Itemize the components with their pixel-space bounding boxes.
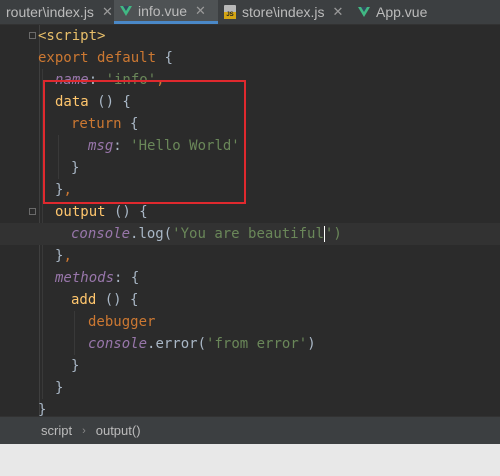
tab-label: info.vue xyxy=(138,2,188,19)
code-token: () { xyxy=(96,292,139,308)
code-line-4: data () { xyxy=(55,91,131,113)
tab-label: router\index.js xyxy=(6,4,94,20)
code-token: () { xyxy=(88,94,131,110)
code-token: : { xyxy=(114,270,140,286)
code-token: .log( xyxy=(130,226,173,242)
code-token: name xyxy=(55,72,89,88)
code-token: , xyxy=(63,182,72,198)
breadcrumb: script › output() xyxy=(0,416,500,444)
code-line-12: methods: { xyxy=(55,267,139,289)
code-token: <script> xyxy=(38,28,106,44)
vue-icon xyxy=(358,7,370,17)
breadcrumb-separator: › xyxy=(82,424,86,437)
code-token: ) xyxy=(307,336,316,352)
fold-marker[interactable] xyxy=(29,32,36,39)
fold-marker[interactable] xyxy=(29,208,36,215)
code-line-1: <script> xyxy=(38,25,105,47)
code-token: output xyxy=(55,204,106,220)
code-token: return xyxy=(71,116,122,132)
close-icon[interactable]: ✕ xyxy=(332,4,343,20)
code-line-16: } xyxy=(71,355,79,377)
code-line-2: export default { xyxy=(38,47,173,69)
code-line-14: debugger xyxy=(88,311,155,333)
code-token: 'You are beautiful xyxy=(172,226,324,242)
code-line-5: return { xyxy=(71,113,138,135)
code-token: .error( xyxy=(147,336,207,352)
code-line-10: console.log('You are beautiful') xyxy=(0,223,500,245)
code-token: , xyxy=(156,72,165,88)
gutter-divider xyxy=(39,25,40,415)
tab-label: App.vue xyxy=(376,4,428,20)
code-line-6: msg: 'Hello World' xyxy=(88,135,240,157)
code-token: () { xyxy=(105,204,148,220)
js-icon xyxy=(224,5,236,19)
editor-tab-bar: router\index.js ✕ info.vue ✕ store\index… xyxy=(0,0,500,25)
tab-info-vue[interactable]: info.vue ✕ xyxy=(114,0,218,24)
tab-label: store\index.js xyxy=(242,4,325,20)
code-token: msg xyxy=(88,138,114,154)
code-token: , xyxy=(63,248,72,264)
code-token: { xyxy=(121,116,139,132)
code-line-9: output () { xyxy=(55,201,148,223)
code-token: } xyxy=(55,380,64,396)
code-token: add xyxy=(71,292,97,308)
code-token: 'Hello World' xyxy=(130,138,240,154)
code-editor[interactable]: <script> export default { name: 'info', … xyxy=(0,25,500,418)
code-token: } xyxy=(71,358,80,374)
breadcrumb-item-script[interactable]: script xyxy=(41,423,72,438)
code-token: data xyxy=(55,94,89,110)
code-token: 'from error' xyxy=(206,336,308,352)
code-token: } xyxy=(71,160,80,176)
code-token: console xyxy=(71,226,131,242)
indent-guide xyxy=(74,311,75,355)
indent-guide xyxy=(58,135,59,179)
vue-icon xyxy=(120,5,132,16)
breadcrumb-item-output[interactable]: output() xyxy=(96,423,141,438)
code-line-7: } xyxy=(71,157,79,179)
bottom-panel xyxy=(0,444,500,476)
code-line-11: }, xyxy=(55,245,72,267)
code-line-17: } xyxy=(55,377,63,399)
code-line-8: }, xyxy=(55,179,72,201)
code-token: methods xyxy=(55,270,115,286)
tab-app-vue[interactable]: App.vue xyxy=(352,0,452,24)
close-icon[interactable]: ✕ xyxy=(102,4,113,20)
code-line-15: console.error('from error') xyxy=(88,333,316,355)
code-token: export default xyxy=(38,50,157,66)
tab-store-index[interactable]: store\index.js ✕ xyxy=(218,0,352,24)
code-token: debugger xyxy=(88,314,156,330)
code-token: 'info' xyxy=(105,72,157,88)
code-line-13: add () { xyxy=(71,289,138,311)
code-token: : xyxy=(88,72,106,88)
code-line-3: name: 'info', xyxy=(55,69,165,91)
tab-router-index[interactable]: router\index.js ✕ xyxy=(0,0,114,24)
code-token: ') xyxy=(324,226,342,242)
close-icon[interactable]: ✕ xyxy=(195,3,206,19)
code-token: : xyxy=(113,138,131,154)
code-token: console xyxy=(88,336,148,352)
code-token: { xyxy=(156,50,173,66)
